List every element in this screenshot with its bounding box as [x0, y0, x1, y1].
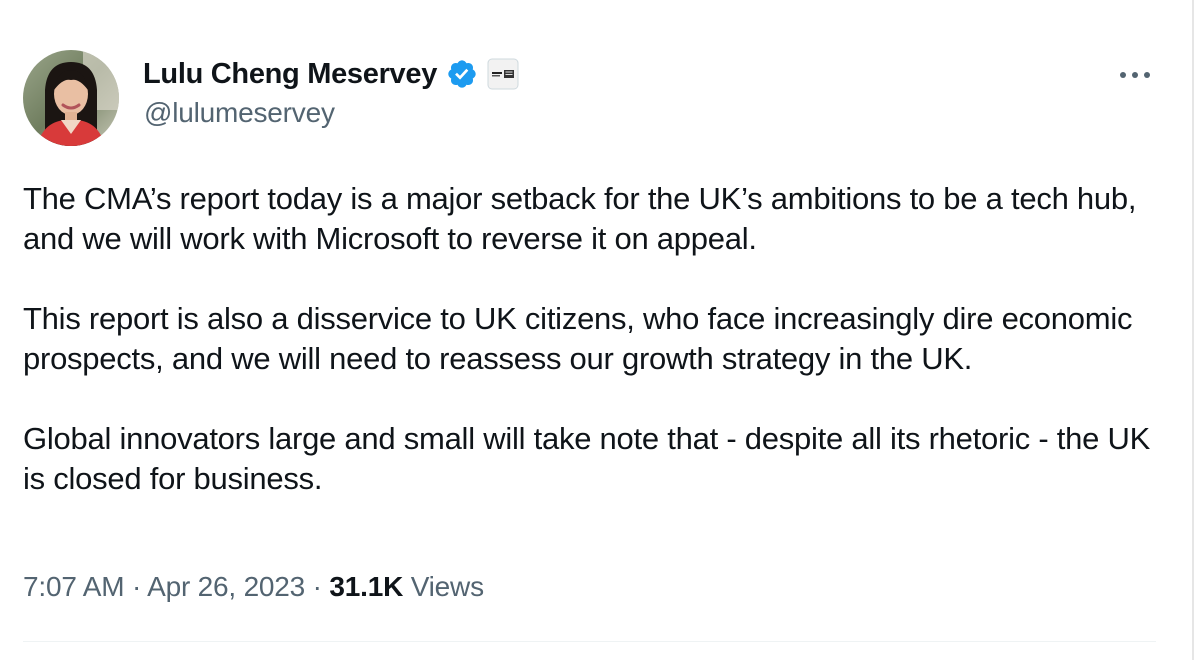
more-options-button[interactable] — [1114, 60, 1156, 90]
tweet-text: The CMA’s report today is a major setbac… — [23, 179, 1168, 499]
divider — [23, 641, 1156, 642]
tweet-paragraph: The CMA’s report today is a major setbac… — [23, 181, 1137, 256]
tweet-paragraph: Global innovators large and small will t… — [23, 421, 1151, 496]
avatar-image — [23, 50, 119, 146]
verified-badge-icon[interactable] — [446, 58, 478, 90]
meta-separator: · — [131, 571, 142, 602]
avatar[interactable] — [23, 50, 119, 146]
more-horizontal-icon — [1120, 72, 1150, 78]
tweet-date[interactable]: Apr 26, 2023 — [147, 571, 305, 602]
affiliate-badge-icon[interactable] — [487, 58, 519, 90]
tweet-time[interactable]: 7:07 AM — [23, 571, 125, 602]
tweet-metadata: 7:07 AM · Apr 26, 2023 · 31.1K Views — [23, 571, 484, 603]
views-count[interactable]: 31.1K — [329, 571, 403, 602]
author-display-name[interactable]: Lulu Cheng Meservey — [143, 58, 437, 91]
tweet-card: Lulu Cheng Meservey @lulumeservey The CM… — [0, 0, 1194, 660]
author-name-row: Lulu Cheng Meservey — [143, 54, 519, 94]
meta-separator: · — [312, 571, 322, 602]
author-handle[interactable]: @lulumeservey — [144, 97, 335, 129]
tweet-paragraph: This report is also a disservice to UK c… — [23, 301, 1133, 376]
views-label[interactable]: Views — [411, 571, 484, 602]
